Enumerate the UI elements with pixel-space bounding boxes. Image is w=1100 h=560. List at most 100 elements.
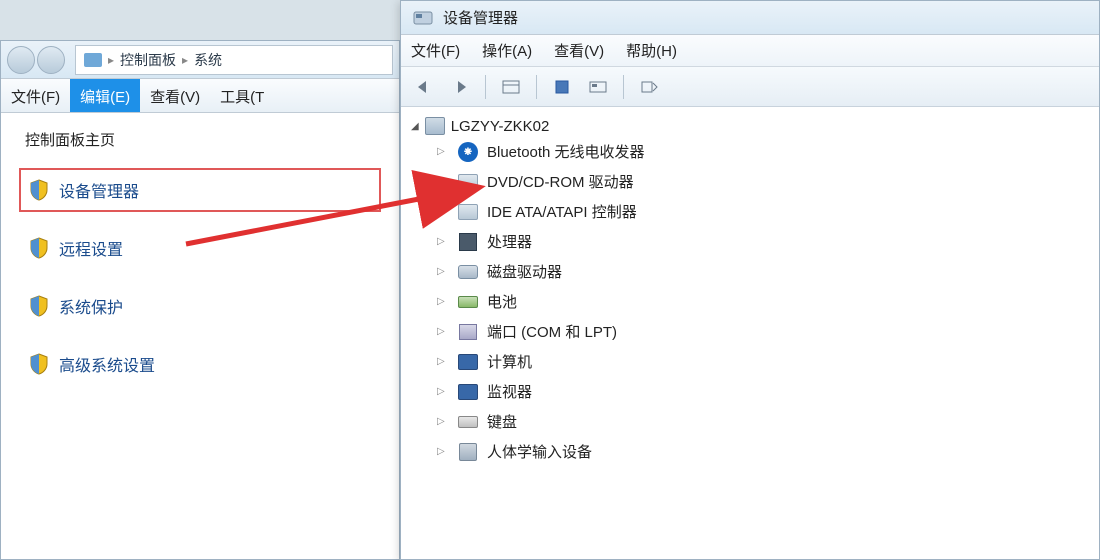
expand-icon[interactable]: ▷	[437, 356, 449, 367]
computer-icon	[425, 117, 445, 135]
control-panel-window: ▸ 控制面板 ▸ 系统 文件(F) 编辑(E) 查看(V) 工具(T 控制面板主…	[0, 40, 400, 560]
toolbar-view-button[interactable]	[496, 73, 526, 101]
front-titlebar: 设备管理器	[401, 1, 1099, 35]
tree-root[interactable]: ◢ LGZYY-ZKK02	[411, 117, 1089, 135]
toolbar-back-button[interactable]	[409, 73, 439, 101]
menu-tools[interactable]: 工具(T	[210, 79, 274, 112]
breadcrumb-separator: ▸	[108, 53, 114, 67]
tree-node-keyboard[interactable]: ▷ 键盘	[437, 411, 1089, 432]
bluetooth-icon: ⁕	[457, 142, 479, 162]
breadcrumb-item[interactable]: 控制面板	[120, 50, 176, 70]
expand-icon[interactable]: ▷	[437, 236, 449, 247]
front-menubar: 文件(F) 操作(A) 查看(V) 帮助(H)	[401, 35, 1099, 67]
toolbar-scan-button[interactable]	[583, 73, 613, 101]
expand-icon[interactable]: ▷	[437, 416, 449, 427]
menu-action[interactable]: 操作(A)	[482, 40, 532, 61]
back-body: 控制面板主页 设备管理器 远程设置 系统保护	[1, 113, 399, 402]
tree-node-disk[interactable]: ▷ 磁盘驱动器	[437, 261, 1089, 282]
toolbar-separator	[536, 75, 537, 99]
toolbar-separator	[623, 75, 624, 99]
shield-icon	[29, 179, 49, 201]
tree-node-optical[interactable]: ▷ DVD/CD-ROM 驱动器	[437, 171, 1089, 192]
tree-node-label: 键盘	[487, 411, 517, 432]
toolbar-properties-button[interactable]	[547, 73, 577, 101]
nav-buttons	[7, 46, 65, 74]
shield-icon	[29, 353, 49, 375]
expand-icon[interactable]: ◢	[411, 121, 419, 132]
sidebar-item-advanced-settings[interactable]: 高级系统设置	[19, 342, 381, 386]
monitor-icon	[457, 382, 479, 402]
hid-icon	[457, 442, 479, 462]
expand-icon[interactable]: ▷	[437, 146, 449, 157]
tree-node-label: 电池	[487, 291, 517, 312]
shield-icon	[29, 237, 49, 259]
sidebar-item-device-manager[interactable]: 设备管理器	[19, 168, 381, 212]
menu-help[interactable]: 帮助(H)	[626, 40, 677, 61]
nav-back-button[interactable]	[7, 46, 35, 74]
expand-icon[interactable]: ▷	[437, 266, 449, 277]
tree-node-label: 人体学输入设备	[487, 441, 592, 462]
tree-node-label: 计算机	[487, 351, 532, 372]
processor-icon	[457, 232, 479, 252]
device-manager-window: 设备管理器 文件(F) 操作(A) 查看(V) 帮助(H) ◢ LGZYY-ZK…	[400, 0, 1100, 560]
menu-view[interactable]: 查看(V)	[140, 79, 210, 112]
tree-node-label: 处理器	[487, 231, 532, 252]
tree-node-label: IDE ATA/ATAPI 控制器	[487, 201, 637, 222]
nav-forward-button[interactable]	[37, 46, 65, 74]
sidebar-item-system-protection[interactable]: 系统保护	[19, 284, 381, 328]
breadcrumb-item[interactable]: 系统	[194, 50, 222, 70]
menu-edit[interactable]: 编辑(E)	[70, 79, 140, 112]
expand-icon[interactable]: ▷	[437, 326, 449, 337]
tree-node-label: 端口 (COM 和 LPT)	[487, 321, 617, 342]
breadcrumb-icon	[84, 53, 102, 67]
tree-node-battery[interactable]: ▷ 电池	[437, 291, 1089, 312]
toolbar-update-button[interactable]	[634, 73, 664, 101]
tree-node-ports[interactable]: ▷ 端口 (COM 和 LPT)	[437, 321, 1089, 342]
expand-icon[interactable]: ▷	[437, 446, 449, 457]
sidebar-item-label: 高级系统设置	[59, 352, 155, 376]
ide-controller-icon	[457, 202, 479, 222]
menu-file[interactable]: 文件(F)	[1, 79, 70, 112]
sidebar-item-remote-settings[interactable]: 远程设置	[19, 226, 381, 270]
breadcrumb-separator: ▸	[182, 53, 188, 67]
sidebar-item-label: 远程设置	[59, 236, 123, 260]
menu-file[interactable]: 文件(F)	[411, 40, 460, 61]
expand-icon[interactable]: ▷	[437, 176, 449, 187]
tree-node-processor[interactable]: ▷ 处理器	[437, 231, 1089, 252]
tree-node-label: 磁盘驱动器	[487, 261, 562, 282]
expand-icon[interactable]: ▷	[437, 206, 449, 217]
back-menubar: 文件(F) 编辑(E) 查看(V) 工具(T	[1, 79, 399, 113]
tree-node-label: DVD/CD-ROM 驱动器	[487, 171, 634, 192]
tree-node-label: 监视器	[487, 381, 532, 402]
sidebar-item-label: 设备管理器	[59, 178, 139, 202]
toolbar-separator	[485, 75, 486, 99]
port-icon	[457, 322, 479, 342]
computer-category-icon	[457, 352, 479, 372]
keyboard-icon	[457, 412, 479, 432]
device-tree: ◢ LGZYY-ZKK02 ▷ ⁕ Bluetooth 无线电收发器 ▷ DVD…	[401, 107, 1099, 472]
menu-view[interactable]: 查看(V)	[554, 40, 604, 61]
front-toolbar	[401, 67, 1099, 107]
shield-icon	[29, 295, 49, 317]
expand-icon[interactable]: ▷	[437, 296, 449, 307]
tree-node-ide[interactable]: ▷ IDE ATA/ATAPI 控制器	[437, 201, 1089, 222]
device-manager-icon	[413, 9, 433, 27]
tree-node-computer[interactable]: ▷ 计算机	[437, 351, 1089, 372]
window-title: 设备管理器	[443, 7, 518, 28]
sidebar-list: 设备管理器 远程设置 系统保护 高级系统设置	[19, 168, 381, 386]
disk-drive-icon	[457, 262, 479, 282]
optical-drive-icon	[457, 172, 479, 192]
sidebar-item-label: 系统保护	[59, 294, 123, 318]
tree-node-hid[interactable]: ▷ 人体学输入设备	[437, 441, 1089, 462]
breadcrumb[interactable]: ▸ 控制面板 ▸ 系统	[75, 45, 393, 75]
battery-icon	[457, 292, 479, 312]
back-titlebar: ▸ 控制面板 ▸ 系统	[1, 41, 399, 79]
tree-children: ▷ ⁕ Bluetooth 无线电收发器 ▷ DVD/CD-ROM 驱动器 ▷ …	[437, 141, 1089, 462]
tree-root-label: LGZYY-ZKK02	[451, 118, 550, 135]
tree-node-bluetooth[interactable]: ▷ ⁕ Bluetooth 无线电收发器	[437, 141, 1089, 162]
expand-icon[interactable]: ▷	[437, 386, 449, 397]
toolbar-forward-button[interactable]	[445, 73, 475, 101]
tree-node-label: Bluetooth 无线电收发器	[487, 141, 645, 162]
tree-node-monitor[interactable]: ▷ 监视器	[437, 381, 1089, 402]
section-title: 控制面板主页	[25, 129, 381, 150]
